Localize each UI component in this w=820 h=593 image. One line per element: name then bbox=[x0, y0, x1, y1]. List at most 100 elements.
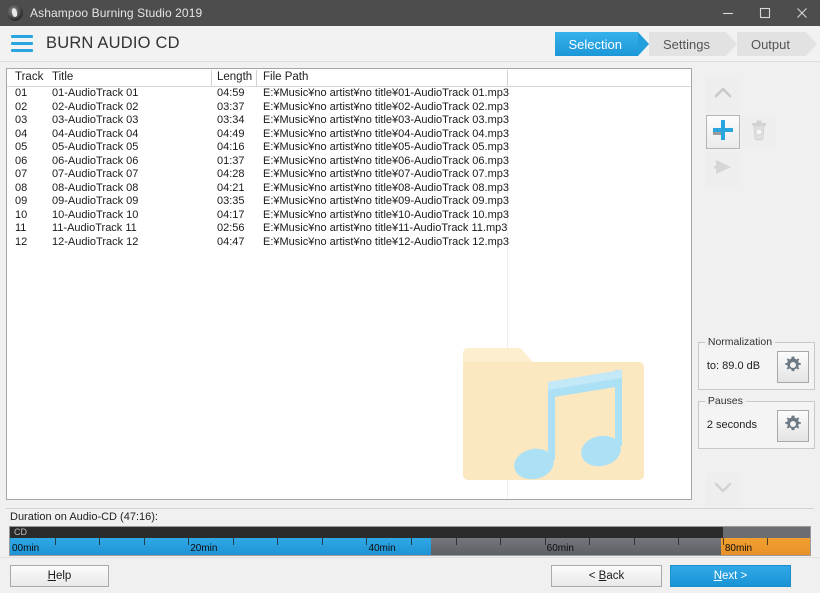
cell-length: 03:37 bbox=[217, 100, 245, 113]
table-row[interactable]: 07 07-AudioTrack 07 04:28 E:¥Music¥no artis… bbox=[7, 168, 691, 182]
table-row[interactable]: 11 11-AudioTrack 11 02:56 E:¥Music¥no artis… bbox=[7, 222, 691, 236]
back-button-label: < Back bbox=[588, 570, 625, 582]
cell-track: 11 bbox=[15, 222, 27, 234]
cell-length: 01:37 bbox=[217, 154, 245, 167]
add-files-button[interactable] bbox=[705, 115, 740, 149]
cell-title: 09-AudioTrack 09 bbox=[52, 195, 139, 207]
capacity-tick bbox=[232, 538, 234, 545]
help-button[interactable]: Help bbox=[10, 565, 109, 587]
column-divider[interactable] bbox=[211, 70, 212, 87]
duration-section: Duration on Audio-CD (47:16): CD 00min 20… bbox=[6, 508, 814, 557]
play-button[interactable] bbox=[705, 152, 740, 186]
cell-track: 09 bbox=[15, 195, 28, 207]
capacity-tick-label: 60min bbox=[546, 543, 574, 554]
maximize-icon[interactable] bbox=[746, 0, 783, 26]
pauses-value: 2 seconds bbox=[706, 419, 758, 431]
track-list-panel[interactable]: Track Title Length File Path 01 01-AudioT… bbox=[6, 68, 692, 500]
column-header-length[interactable]: Length bbox=[217, 71, 252, 83]
capacity-tick bbox=[143, 538, 145, 545]
cell-filepath: E:¥Music¥no artist¥no title¥01-AudioTrac… bbox=[263, 87, 509, 99]
cell-length: 04:49 bbox=[217, 127, 245, 140]
cell-track: 08 bbox=[15, 181, 28, 194]
column-header-title[interactable]: Title bbox=[52, 71, 73, 83]
cell-track: 06 bbox=[15, 154, 28, 167]
cell-title: 03-AudioTrack 03 bbox=[52, 114, 139, 126]
pauses-panel: Pauses 2 seconds bbox=[697, 395, 815, 449]
table-row[interactable]: 04 04-AudioTrack 04 04:49 E:¥Music¥no artis… bbox=[7, 128, 691, 142]
gear-icon bbox=[783, 414, 803, 439]
move-up-button[interactable] bbox=[705, 78, 740, 112]
cell-title: 11-AudioTrack 11 bbox=[52, 222, 137, 234]
cell-track: 07 bbox=[15, 168, 28, 180]
breadcrumb-step-selection[interactable]: Selection bbox=[554, 32, 650, 56]
page-header: BURN AUDIO CD Selection Settings Output bbox=[0, 26, 820, 62]
hamburger-icon[interactable] bbox=[11, 35, 33, 52]
cell-title: 10-AudioTrack 10 bbox=[52, 208, 139, 221]
cell-filepath: E:¥Music¥no artist¥no title¥05-AudioTrac… bbox=[263, 141, 509, 153]
minimize-icon[interactable] bbox=[709, 0, 746, 26]
column-header-filepath[interactable]: File Path bbox=[263, 71, 308, 83]
capacity-tick bbox=[99, 538, 101, 545]
table-row[interactable]: 05 05-AudioTrack 05 04:16 E:¥Music¥no artis… bbox=[7, 141, 691, 155]
table-row[interactable]: 06 06-AudioTrack 06 01:37 E:¥Music¥no artis… bbox=[7, 155, 691, 169]
table-row[interactable]: 02 02-AudioTrack 02 03:37 E:¥Music¥no artis… bbox=[7, 101, 691, 115]
flame-icon bbox=[7, 5, 23, 21]
cell-filepath: E:¥Music¥no artist¥no title¥06-AudioTrac… bbox=[263, 154, 509, 167]
cell-length: 04:17 bbox=[217, 208, 245, 221]
application-window: Ashampoo Burning Studio 2019 BURN AUDIO … bbox=[0, 0, 820, 593]
table-row[interactable]: 01 01-AudioTrack 01 04:59 E:¥Music¥no artis… bbox=[7, 87, 691, 101]
cell-filepath: E:¥Music¥no artist¥no title¥08-AudioTrac… bbox=[263, 181, 509, 194]
cell-title: 02-AudioTrack 02 bbox=[52, 100, 139, 113]
action-sidebar: Normalization to: 89.0 dB Pauses 2 secon… bbox=[697, 68, 815, 557]
next-button[interactable]: Next > bbox=[670, 565, 791, 587]
capacity-tick bbox=[366, 538, 368, 545]
main-content: Track Title Length File Path 01 01-AudioT… bbox=[0, 62, 820, 557]
cell-filepath: E:¥Music¥no artist¥no title¥03-AudioTrac… bbox=[263, 114, 509, 126]
breadcrumb-step-output[interactable]: Output bbox=[736, 32, 818, 56]
trash-icon bbox=[749, 119, 769, 146]
capacity-tick bbox=[767, 538, 769, 545]
column-divider[interactable] bbox=[256, 70, 257, 87]
capacity-tick bbox=[633, 538, 635, 545]
column-divider[interactable] bbox=[507, 70, 508, 87]
cell-length: 04:59 bbox=[217, 87, 245, 99]
normalization-panel: Normalization to: 89.0 dB bbox=[697, 336, 815, 390]
cell-length: 04:28 bbox=[217, 168, 245, 180]
add-plus-icon bbox=[711, 118, 735, 147]
table-row[interactable]: 09 09-AudioTrack 09 03:35 E:¥Music¥no artis… bbox=[7, 195, 691, 209]
cell-filepath: E:¥Music¥no artist¥no title¥12-AudioTrac… bbox=[263, 235, 509, 248]
back-button[interactable]: < Back bbox=[551, 565, 662, 587]
chevron-down-icon bbox=[713, 481, 733, 499]
cell-title: 06-AudioTrack 06 bbox=[52, 154, 139, 167]
cell-track: 02 bbox=[15, 100, 28, 113]
cell-title: 08-AudioTrack 08 bbox=[52, 181, 139, 194]
close-icon[interactable] bbox=[783, 0, 820, 26]
column-header-track[interactable]: Track bbox=[15, 71, 43, 83]
pauses-settings-button[interactable] bbox=[776, 410, 809, 442]
cell-length: 02:56 bbox=[217, 222, 245, 234]
capacity-tick-label: 40min bbox=[368, 543, 396, 554]
title-bar: Ashampoo Burning Studio 2019 bbox=[0, 0, 820, 26]
track-list-header: Track Title Length File Path bbox=[7, 69, 691, 87]
duration-label: Duration on Audio-CD (47:16): bbox=[10, 511, 158, 523]
capacity-tick bbox=[589, 538, 591, 545]
table-row[interactable]: 10 10-AudioTrack 10 04:17 E:¥Music¥no artis… bbox=[7, 209, 691, 223]
normalization-settings-button[interactable] bbox=[776, 351, 809, 383]
delete-button[interactable] bbox=[741, 115, 776, 149]
capacity-tick bbox=[54, 538, 56, 545]
move-down-button[interactable] bbox=[705, 473, 740, 507]
cell-title: 05-AudioTrack 05 bbox=[52, 141, 139, 153]
cell-length: 04:47 bbox=[217, 235, 245, 248]
breadcrumb-step-settings[interactable]: Settings bbox=[648, 32, 737, 56]
capacity-tick bbox=[500, 538, 502, 545]
next-button-label: Next > bbox=[713, 570, 748, 582]
music-folder-icon bbox=[462, 334, 647, 494]
cell-track: 04 bbox=[15, 127, 28, 140]
capacity-tick bbox=[455, 538, 457, 545]
cell-track: 01 bbox=[15, 87, 28, 99]
table-row[interactable]: 08 08-AudioTrack 08 04:21 E:¥Music¥no artis… bbox=[7, 182, 691, 196]
table-row[interactable]: 03 03-AudioTrack 03 03:34 E:¥Music¥no artis… bbox=[7, 114, 691, 128]
table-row[interactable]: 12 12-AudioTrack 12 04:47 E:¥Music¥no artis… bbox=[7, 236, 691, 250]
cell-filepath: E:¥Music¥no artist¥no title¥04-AudioTrac… bbox=[263, 127, 509, 140]
cell-track: 03 bbox=[15, 114, 28, 126]
